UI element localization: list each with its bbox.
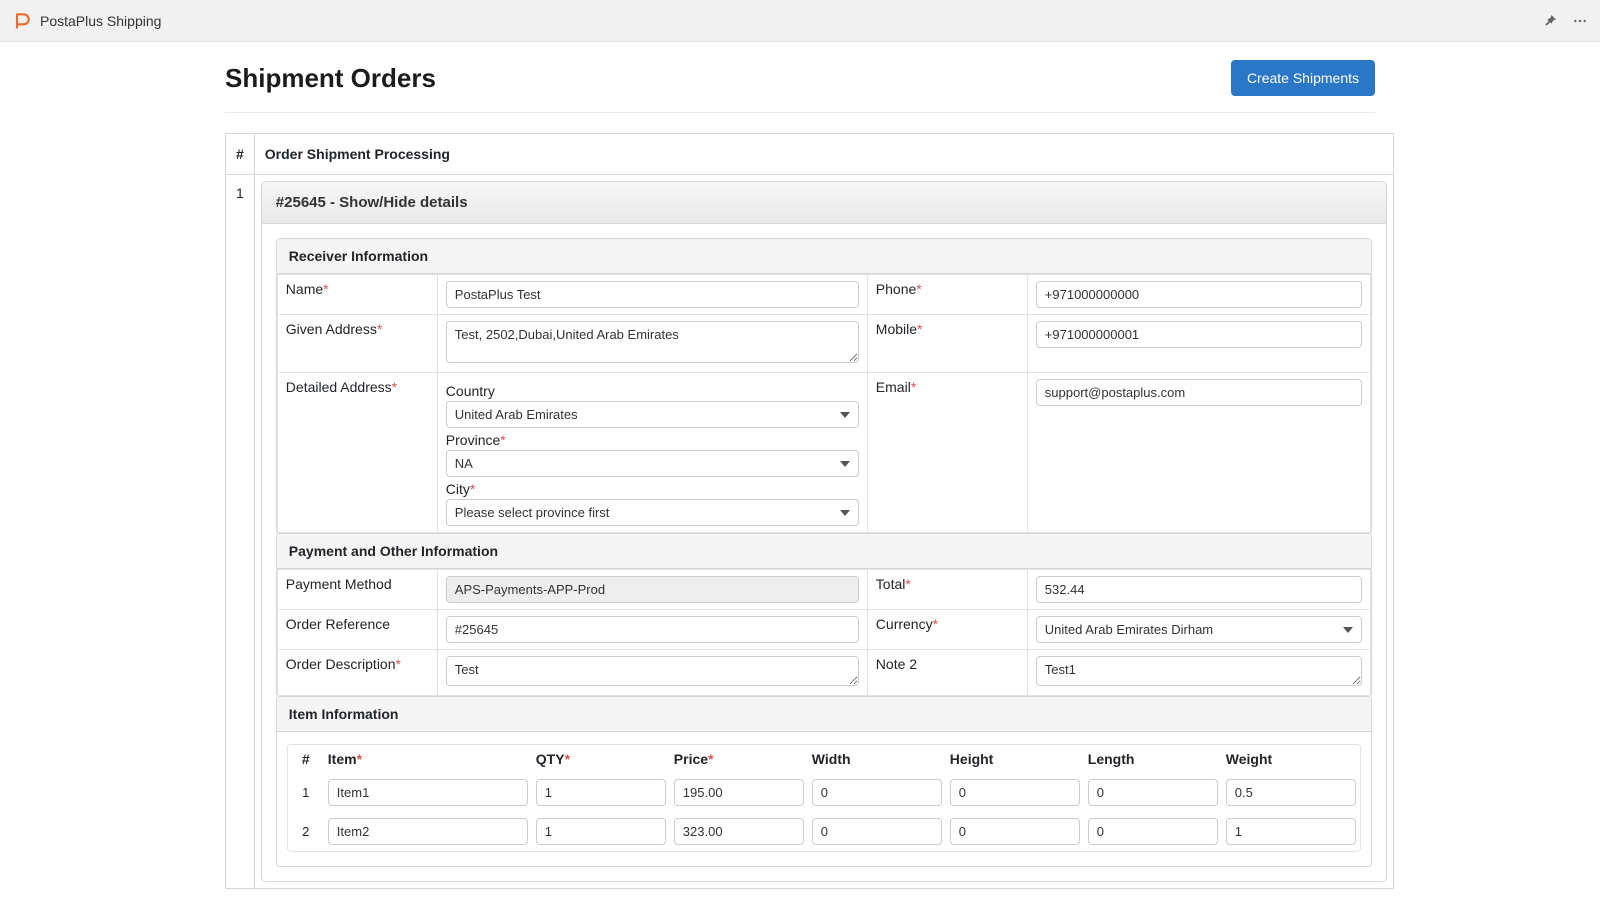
- label-phone: Phone*: [867, 275, 1027, 315]
- items-row: 2: [288, 812, 1360, 851]
- label-payment-method: Payment Method: [277, 570, 437, 610]
- app-topbar: PostaPlus Shipping: [0, 0, 1600, 42]
- receiver-section: Receiver Information Name* Phone*: [276, 238, 1372, 534]
- row-number: 1: [226, 175, 255, 889]
- label-order-description: Order Description*: [277, 650, 437, 696]
- item-height-field[interactable]: [950, 818, 1080, 845]
- city-select[interactable]: Please select province first: [446, 499, 859, 526]
- label-country: Country: [446, 383, 859, 399]
- label-detailed-address: Detailed Address*: [277, 373, 437, 533]
- payment-section-title: Payment and Other Information: [277, 534, 1371, 569]
- label-province: Province*: [446, 432, 859, 448]
- order-description-field[interactable]: Test: [446, 656, 859, 686]
- item-row-idx: 2: [292, 824, 320, 839]
- item-weight-field[interactable]: [1226, 779, 1356, 806]
- item-name-field[interactable]: [328, 779, 528, 806]
- page-title: Shipment Orders: [225, 63, 436, 94]
- items-col-qty: QTY*: [536, 751, 666, 767]
- item-qty-field[interactable]: [536, 818, 666, 845]
- item-length-field[interactable]: [1088, 779, 1218, 806]
- items-header-row: # Item* QTY* Price* Width Height Length …: [288, 745, 1360, 773]
- item-width-field[interactable]: [812, 818, 942, 845]
- items-col-idx: #: [292, 751, 320, 767]
- more-icon[interactable]: [1572, 13, 1588, 29]
- col-index-header: #: [226, 134, 255, 175]
- label-note2: Note 2: [867, 650, 1027, 696]
- app-title: PostaPlus Shipping: [40, 13, 161, 29]
- payment-section: Payment and Other Information Payment Me…: [276, 533, 1372, 697]
- item-length-field[interactable]: [1088, 818, 1218, 845]
- label-total: Total*: [867, 570, 1027, 610]
- items-col-item: Item*: [328, 751, 528, 767]
- country-select[interactable]: United Arab Emirates: [446, 401, 859, 428]
- items-section-title: Item Information: [277, 697, 1371, 732]
- orders-table: # Order Shipment Processing 1 #25645 - S…: [225, 133, 1394, 889]
- items-row: 1: [288, 773, 1360, 812]
- order-panel: #25645 - Show/Hide details Receiver Info…: [261, 181, 1387, 882]
- label-given-address: Given Address*: [277, 315, 437, 373]
- item-name-field[interactable]: [328, 818, 528, 845]
- item-row-idx: 1: [292, 785, 320, 800]
- item-width-field[interactable]: [812, 779, 942, 806]
- label-name: Name*: [277, 275, 437, 315]
- province-select[interactable]: NA: [446, 450, 859, 477]
- mobile-field[interactable]: [1036, 321, 1362, 348]
- items-col-price: Price*: [674, 751, 804, 767]
- items-col-weight: Weight: [1226, 751, 1356, 767]
- label-order-reference: Order Reference: [277, 610, 437, 650]
- items-col-length: Length: [1088, 751, 1218, 767]
- receiver-section-title: Receiver Information: [277, 239, 1371, 274]
- item-weight-field[interactable]: [1226, 818, 1356, 845]
- label-email: Email*: [867, 373, 1027, 533]
- panel-toggle-header[interactable]: #25645 - Show/Hide details: [262, 182, 1386, 224]
- page-header: Shipment Orders Create Shipments: [225, 60, 1375, 113]
- email-field[interactable]: [1036, 379, 1362, 406]
- currency-select[interactable]: United Arab Emirates Dirham: [1036, 616, 1362, 643]
- label-city: City*: [446, 481, 859, 497]
- item-qty-field[interactable]: [536, 779, 666, 806]
- phone-field[interactable]: [1036, 281, 1362, 308]
- payment-method-field: [446, 576, 859, 603]
- label-mobile: Mobile*: [867, 315, 1027, 373]
- create-shipments-button[interactable]: Create Shipments: [1231, 60, 1375, 96]
- col-title-header: Order Shipment Processing: [254, 134, 1393, 175]
- item-price-field[interactable]: [674, 779, 804, 806]
- note2-field[interactable]: Test1: [1036, 656, 1362, 686]
- item-height-field[interactable]: [950, 779, 1080, 806]
- item-price-field[interactable]: [674, 818, 804, 845]
- pin-icon[interactable]: [1542, 13, 1558, 29]
- given-address-field[interactable]: Test, 2502,Dubai,United Arab Emirates: [446, 321, 859, 363]
- items-col-width: Width: [812, 751, 942, 767]
- brand-icon: [12, 11, 32, 31]
- order-reference-field[interactable]: [446, 616, 859, 643]
- items-col-height: Height: [950, 751, 1080, 767]
- label-currency: Currency*: [867, 610, 1027, 650]
- total-field[interactable]: [1036, 576, 1362, 603]
- items-section: Item Information # Item* QTY* Price*: [276, 696, 1372, 867]
- name-field[interactable]: [446, 281, 859, 308]
